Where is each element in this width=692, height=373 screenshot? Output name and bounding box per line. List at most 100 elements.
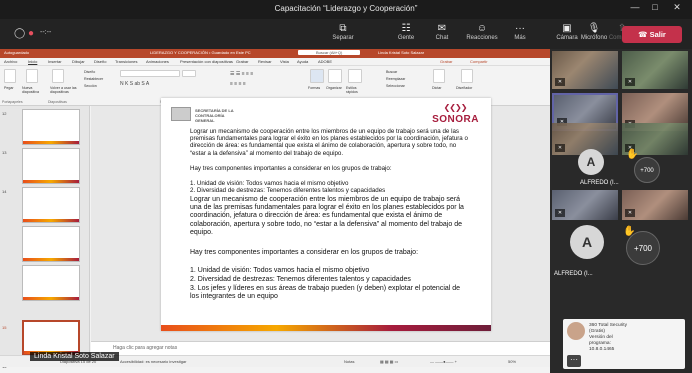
designer-icon[interactable] — [461, 69, 473, 83]
slide-thumbnails-pane: 12 13 14 15 16 — [0, 106, 90, 369]
window-title: Capacitación “Liderazgo y Cooperación” — [274, 4, 418, 13]
reuse-slides-icon[interactable] — [52, 69, 64, 83]
slide-thumbnail[interactable] — [22, 109, 80, 145]
minimize-icon[interactable]: — — [628, 2, 642, 12]
tab-transiciones[interactable]: Transiciones — [115, 59, 138, 64]
thumb-number: 12 — [2, 111, 7, 116]
shapes-icon[interactable] — [310, 69, 324, 83]
tab-ayuda[interactable]: Ayuda — [297, 59, 308, 64]
maximize-icon[interactable]: □ — [648, 2, 662, 12]
slide-thumbnail-selected[interactable] — [22, 320, 80, 356]
ppt-record-button[interactable]: Grabar — [440, 59, 452, 64]
arrange-icon[interactable] — [328, 69, 342, 83]
tab-adobe[interactable]: ADOBE — [318, 59, 332, 64]
tab-grabar[interactable]: Grabar — [236, 59, 248, 64]
thumb-number: 14 — [2, 189, 7, 194]
thumb-number: 13 — [2, 150, 7, 155]
group-slides: Diapositivas — [48, 100, 67, 104]
dictate-icon[interactable] — [433, 69, 445, 83]
people-button[interactable]: ☷ Gente — [388, 22, 424, 41]
antivirus-notification[interactable]: 360 Total Security (Gratis) Versión del … — [563, 319, 685, 369]
tab-diseno[interactable]: Diseño — [94, 59, 106, 64]
presenter-name-tag: Linda Kristal Soto Salazar — [30, 352, 119, 361]
section-button[interactable]: Sección — [84, 84, 97, 88]
paragraph-2-small: Hay tres componentes importantes a consi… — [190, 165, 392, 172]
font-size-select[interactable] — [182, 70, 196, 77]
participant-name: ALFREDO (I... — [580, 180, 619, 186]
paragraph-1: Lograr un mecanismo de cooperación entre… — [190, 196, 464, 236]
notes-placeholder: Haga clic para agregar notas — [113, 345, 178, 351]
pop-out-button[interactable]: ⧉ Separar — [325, 22, 361, 41]
current-slide[interactable]: SECRETARÍA DE LA CONTRALORÍA GENERAL ❮❮❯… — [161, 98, 491, 331]
group-clipboard: Portapapeles — [2, 100, 23, 104]
list-item-3: 3. Los jefes y líderes en sus áreas de t… — [190, 285, 461, 301]
tab-animaciones[interactable]: Animaciones — [146, 59, 169, 64]
more-button[interactable]: ··· Más — [502, 22, 538, 41]
font-format-icons[interactable]: N K S ab S A — [120, 81, 149, 87]
recording-icon: ◯ — [14, 28, 26, 39]
new-slide-icon[interactable] — [26, 69, 38, 83]
reactions-button[interactable]: ☺ Reacciones — [464, 22, 500, 41]
participant-name: ALFREDO (I... — [554, 271, 593, 277]
alignment-icons[interactable]: ≡ ≡ ≡ ≡ — [230, 81, 246, 87]
recording-dot-icon: ● — [28, 28, 35, 39]
quick-styles-icon[interactable] — [348, 69, 362, 83]
more-options-icon[interactable]: ··· — [567, 355, 581, 367]
reactions-icon: ☺ — [476, 23, 488, 34]
list-item-2-small: 2. Diversidad de destrezas: Tenemos dife… — [190, 187, 386, 194]
participant-video-tile[interactable]: ✕ — [552, 190, 618, 220]
more-participants-bubble[interactable]: +700 — [626, 231, 660, 265]
ppt-titlebar: Autoguardado LIDERAZGO Y COOPERACIÓN • G… — [0, 49, 550, 58]
raised-hand-icon: ✋ — [626, 149, 639, 160]
ppt-user-name: Linda Kristal Soto Salazar — [378, 50, 425, 55]
ppt-search-box[interactable]: Buscar (Alt+Q) — [298, 50, 361, 55]
notes-toggle[interactable]: Notas — [344, 359, 354, 364]
zoom-slider[interactable]: — ——●—— + — [430, 359, 457, 364]
list-item-1: 1. Unidad de visión: Todos vamos hacia e… — [190, 267, 370, 274]
people-icon: ☷ — [401, 23, 411, 34]
tab-revisar[interactable]: Revisar — [258, 59, 272, 64]
pop-out-icon: ⧉ — [339, 23, 347, 34]
participant-avatar[interactable]: A — [570, 225, 604, 259]
zoom-level[interactable]: 50% — [508, 359, 516, 364]
leave-button[interactable]: ☎ Salir — [622, 26, 682, 43]
close-icon[interactable]: ✕ — [670, 2, 684, 13]
tab-vista[interactable]: Vista — [280, 59, 289, 64]
paste-icon[interactable] — [4, 69, 16, 83]
notification-avatar — [567, 322, 585, 340]
notes-pane[interactable]: Haga clic para agregar notas — [91, 341, 550, 355]
layout-button[interactable]: Diseño — [84, 70, 95, 74]
tab-dibujar[interactable]: Dibujar — [72, 59, 85, 64]
tab-presentacion[interactable]: Presentación con diapositivas — [180, 59, 233, 64]
autosave-label[interactable]: Autoguardado — [4, 50, 29, 55]
reset-button[interactable]: Restablecer — [84, 77, 103, 81]
slide-color-bar — [161, 325, 491, 331]
chat-icon: ✉ — [437, 23, 447, 34]
slide-thumbnail[interactable] — [22, 187, 80, 223]
participant-video-tile[interactable]: ✕ — [622, 51, 688, 89]
sonora-logo-text: SONORA — [432, 114, 479, 125]
paragraph-icons[interactable]: ☰ ☰ ≡ ≡ ≡ — [230, 71, 253, 77]
ppt-share-button[interactable]: Compartir — [470, 59, 488, 64]
tab-archivo[interactable]: Archivo — [4, 59, 17, 64]
select-button[interactable]: Seleccionar — [386, 84, 405, 88]
view-buttons[interactable]: ▦ ▦ ▦ ▭ — [380, 359, 398, 364]
meeting-toolbar: ◯ ● --:-- ⧉ Separar ☷ Gente ✉ Chat ☺ Rea… — [0, 19, 692, 49]
more-participants-bubble[interactable]: +700 — [634, 157, 660, 183]
participant-video-tile[interactable]: ✕ — [552, 51, 618, 89]
arrange-label: Organizar — [326, 86, 342, 90]
tab-inicio[interactable]: Inicio — [28, 59, 37, 64]
participant-avatar[interactable]: A — [578, 149, 604, 175]
slide-thumbnail[interactable] — [22, 226, 80, 262]
accessibility-status[interactable]: Accesibilidad: es necesario investigar — [120, 359, 186, 364]
tab-insertar[interactable]: Insertar — [48, 59, 62, 64]
find-button[interactable]: Buscar — [386, 70, 397, 74]
mic-off-icon: ✕ — [555, 144, 565, 152]
quick-styles-label: Estilos rápidos — [346, 86, 358, 94]
slide-thumbnail[interactable] — [22, 148, 80, 184]
chat-button[interactable]: ✉ Chat — [424, 22, 460, 41]
participant-video-tile[interactable]: ✕ — [622, 190, 688, 220]
slide-thumbnail[interactable] — [22, 265, 80, 301]
font-name-select[interactable] — [120, 70, 180, 77]
replace-button[interactable]: Reemplazar — [386, 77, 405, 81]
